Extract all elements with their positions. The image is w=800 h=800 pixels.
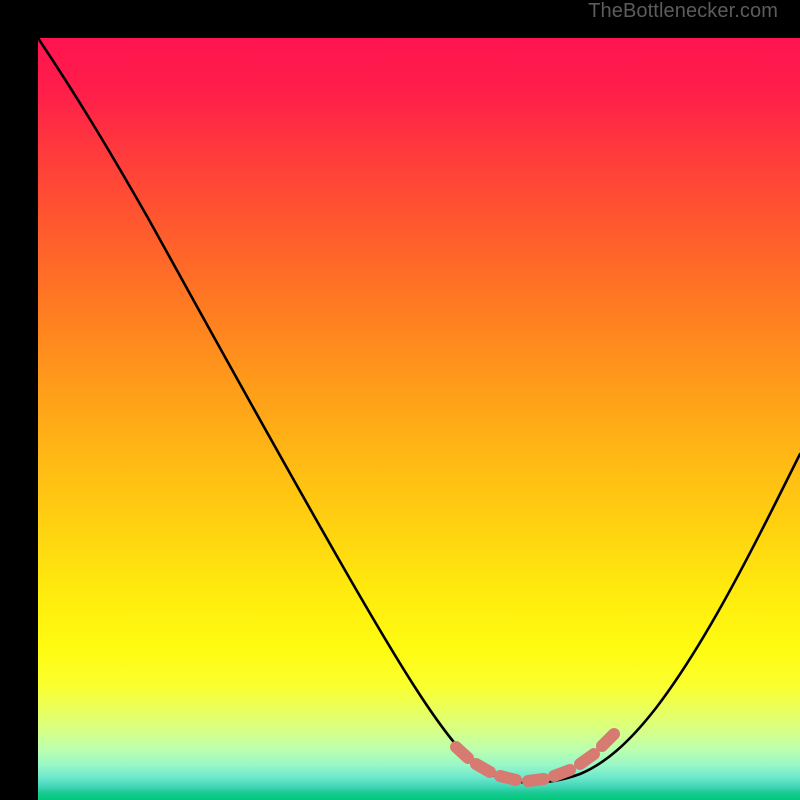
watermark-text: TheBottlenecker.com (588, 0, 778, 23)
curve-layer (38, 38, 800, 800)
plot-area (38, 38, 800, 800)
bottleneck-curve (38, 38, 800, 783)
plot-frame (19, 19, 781, 781)
highlight-band (456, 734, 614, 781)
